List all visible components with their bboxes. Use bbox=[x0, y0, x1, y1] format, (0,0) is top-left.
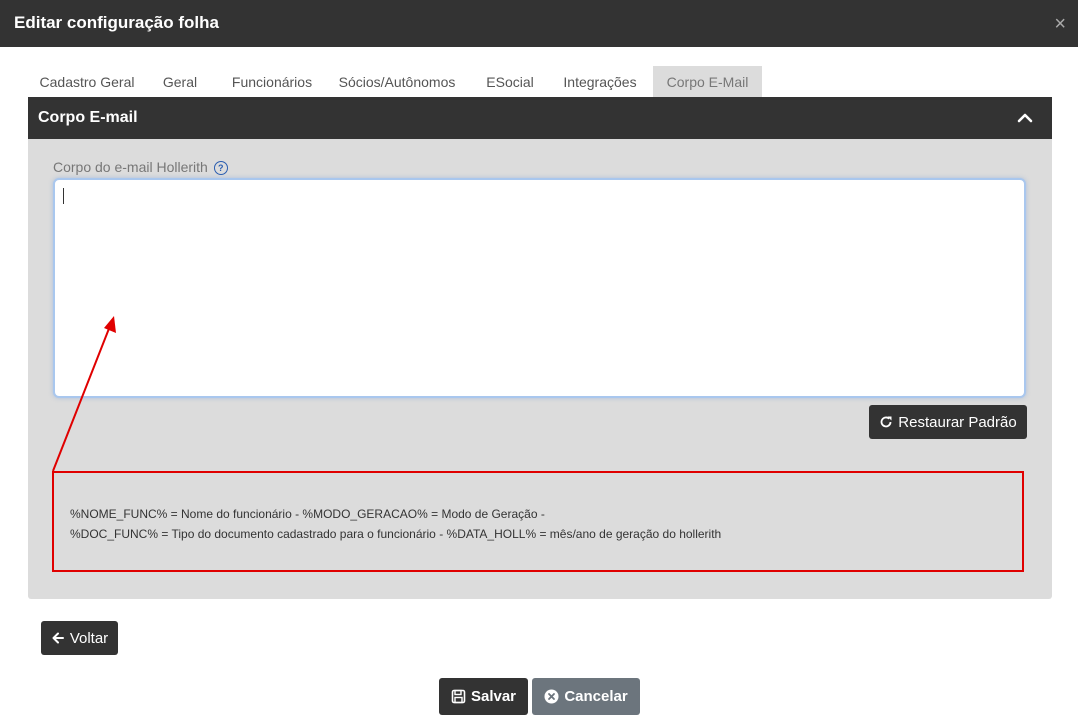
tab-cadastro-geral[interactable]: Cadastro Geral bbox=[28, 66, 146, 97]
chevron-up-icon[interactable] bbox=[1016, 109, 1034, 127]
floppy-disk-icon bbox=[451, 689, 466, 704]
tab-funcionarios[interactable]: Funcionários bbox=[218, 66, 326, 97]
variables-info-box: %NOME_FUNC% = Nome do funcionário - %MOD… bbox=[52, 471, 1024, 572]
field-label-text: Corpo do e-mail Hollerith bbox=[53, 159, 208, 175]
tab-esocial[interactable]: ESocial bbox=[476, 66, 544, 97]
field-label: Corpo do e-mail Hollerith ? bbox=[53, 159, 228, 175]
back-label: Voltar bbox=[69, 629, 109, 647]
panel-header: Corpo E-mail bbox=[28, 97, 1052, 139]
arrow-left-icon bbox=[52, 632, 64, 644]
info-line: %NOME_FUNC% = Nome do funcionário - %MOD… bbox=[70, 507, 545, 521]
close-icon[interactable]: × bbox=[1054, 14, 1066, 34]
cancel-button[interactable]: Cancelar bbox=[532, 678, 640, 715]
save-button[interactable]: Salvar bbox=[439, 678, 528, 715]
modal-title: Editar configuração folha bbox=[14, 13, 219, 32]
tab-socios-autonomos[interactable]: Sócios/Autônomos bbox=[330, 66, 464, 97]
tab-corpo-email[interactable]: Corpo E-Mail bbox=[653, 66, 762, 97]
panel-title: Corpo E-mail bbox=[38, 109, 138, 126]
tab-integracoes[interactable]: Integrações bbox=[554, 66, 646, 97]
info-line: %DOC_FUNC% = Tipo do documento cadastrad… bbox=[70, 527, 722, 541]
save-label: Salvar bbox=[470, 688, 517, 705]
text-caret bbox=[63, 188, 64, 204]
tab-geral[interactable]: Geral bbox=[152, 66, 208, 97]
cancel-label: Cancelar bbox=[564, 688, 628, 705]
restore-default-button[interactable]: Restaurar Padrão bbox=[869, 405, 1027, 439]
modal-titlebar: Editar configuração folha × bbox=[0, 0, 1078, 47]
email-body-textarea[interactable] bbox=[53, 178, 1026, 398]
back-button[interactable]: Voltar bbox=[41, 621, 118, 655]
circle-x-icon bbox=[544, 689, 559, 704]
help-icon[interactable]: ? bbox=[213, 161, 228, 175]
refresh-icon bbox=[880, 416, 892, 428]
restore-default-label: Restaurar Padrão bbox=[898, 413, 1017, 431]
email-body-panel: Corpo E-mail Corpo do e-mail Hollerith ?… bbox=[28, 97, 1052, 599]
